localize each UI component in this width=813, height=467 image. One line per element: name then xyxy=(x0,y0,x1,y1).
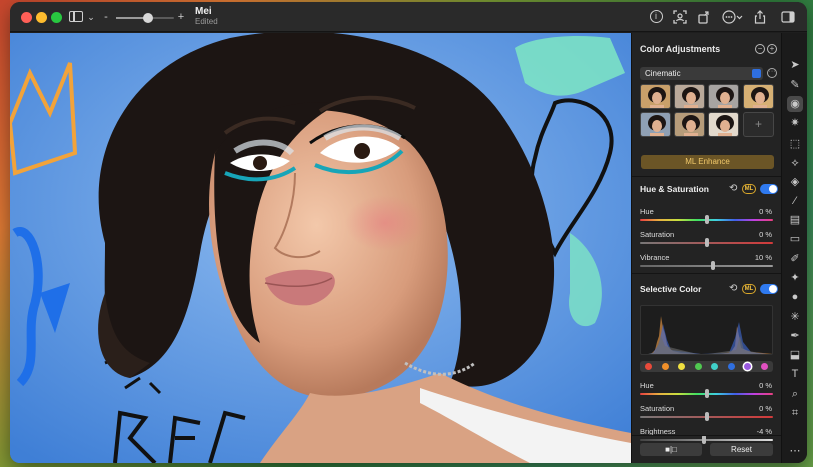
sc-brightness-slider[interactable] xyxy=(640,439,773,441)
color-swatch[interactable] xyxy=(694,363,702,370)
ml-badge[interactable]: ML xyxy=(742,184,756,194)
preset-thumbnail[interactable] xyxy=(708,112,739,137)
hue-saturation-toggle[interactable] xyxy=(760,184,778,194)
sc-hue-value[interactable]: 0 % xyxy=(759,381,772,390)
color-swatch[interactable] xyxy=(711,363,718,370)
hs-vibrance-label: Vibrance xyxy=(640,253,670,262)
zoom-window-button[interactable] xyxy=(51,12,62,23)
preset-thumbnail[interactable] xyxy=(708,84,739,109)
zoom-icon[interactable]: ⌕ xyxy=(787,386,803,402)
sc-saturation-label: Saturation xyxy=(640,404,675,413)
document-title: Mei xyxy=(195,6,212,17)
retouch-icon[interactable]: ✐ xyxy=(787,251,803,267)
rotate-icon[interactable] xyxy=(696,9,712,25)
color-adjust-icon[interactable]: ◉ xyxy=(787,96,803,112)
preset-thumbnail[interactable] xyxy=(640,84,671,109)
reset-icon[interactable]: ⟲ xyxy=(729,284,739,294)
hs-vibrance-value[interactable]: 10 % xyxy=(755,253,772,262)
chevron-down-icon[interactable]: ⌄ xyxy=(86,9,96,25)
quick-select-icon[interactable]: ◈ xyxy=(787,174,803,190)
more-icon[interactable] xyxy=(722,9,744,25)
divider xyxy=(632,176,782,177)
hs-hue-value[interactable]: 0 % xyxy=(759,207,772,216)
selection-icon[interactable]: ⬚ xyxy=(787,136,803,152)
crop-icon[interactable]: ⌗ xyxy=(787,405,803,421)
sparkle-icon[interactable]: ✳ xyxy=(787,309,803,325)
ml-enhance-button[interactable]: ML Enhance xyxy=(641,155,774,169)
divider xyxy=(632,273,782,274)
blur-icon[interactable]: ● xyxy=(787,289,803,305)
hs-saturation-value[interactable]: 0 % xyxy=(759,230,772,239)
sc-hue-label: Hue xyxy=(640,381,654,390)
color-swatch[interactable] xyxy=(727,363,735,370)
hs-vibrance-slider[interactable] xyxy=(640,265,773,267)
smart-select-icon[interactable]: ⟡ xyxy=(787,155,803,171)
shapes-icon[interactable]: ⬓ xyxy=(787,347,803,363)
preset-more-icon[interactable]: ··· xyxy=(767,68,777,78)
fill-icon[interactable]: ▤ xyxy=(787,212,803,228)
photo-image xyxy=(10,33,631,463)
ml-badge[interactable]: ML xyxy=(742,284,756,294)
zoom-in-button[interactable]: + xyxy=(177,9,185,25)
info-icon[interactable]: i xyxy=(648,9,664,25)
selective-color-title: Selective Color xyxy=(640,284,702,294)
zoom-slider-knob[interactable] xyxy=(142,13,153,23)
light-icon[interactable]: ✷ xyxy=(787,115,803,131)
clone-icon[interactable]: ✦ xyxy=(787,270,803,286)
divider xyxy=(632,435,782,436)
close-window-button[interactable] xyxy=(21,12,32,23)
sc-saturation-value[interactable]: 0 % xyxy=(759,404,772,413)
preset-thumbnail[interactable] xyxy=(674,84,705,109)
app-window: ⌄ - + Mei Edited i Color Adjustments − +… xyxy=(10,2,807,463)
preset-thumbnail[interactable] xyxy=(640,112,671,137)
hs-hue-knob[interactable] xyxy=(704,215,709,224)
more-tools-icon[interactable]: ⋯ xyxy=(787,443,803,459)
reset-icon[interactable]: ⟲ xyxy=(729,184,739,194)
reset-button[interactable]: Reset xyxy=(710,443,773,456)
panel-title: Color Adjustments xyxy=(640,44,721,54)
pen-icon[interactable]: ✒ xyxy=(787,328,803,344)
histogram xyxy=(640,305,773,355)
share-icon[interactable] xyxy=(752,9,768,25)
sc-hue-knob[interactable] xyxy=(704,389,709,398)
title-bar: ⌄ - + Mei Edited i xyxy=(10,2,807,32)
add-preset-button[interactable]: + xyxy=(743,112,774,137)
zoom-out-button[interactable]: - xyxy=(102,9,110,25)
color-swatch[interactable] xyxy=(645,363,652,370)
face-scan-icon[interactable] xyxy=(672,9,688,25)
brush-icon[interactable]: ⁄ xyxy=(787,193,803,209)
style-transfer-icon[interactable]: ✎ xyxy=(787,77,803,93)
minimize-window-button[interactable] xyxy=(36,12,47,23)
text-icon[interactable]: T xyxy=(787,366,803,382)
compare-button[interactable]: ■|□ xyxy=(640,443,702,456)
hs-saturation-knob[interactable] xyxy=(704,238,709,247)
document-status: Edited xyxy=(195,17,218,26)
add-layer-icon[interactable]: + xyxy=(767,44,777,54)
tools-sidebar: ➤ ✎ ◉ ✷ ⬚ ⟡ ◈ ⁄ ▤ ▭ ✐ ✦ ● ✳ ✒ ⬓ T ⌕ ⌗ ⋯ xyxy=(781,33,807,463)
color-swatch[interactable] xyxy=(661,363,669,370)
hs-hue-label: Hue xyxy=(640,207,654,216)
color-swatch[interactable] xyxy=(760,363,768,370)
preset-select[interactable]: Cinematic xyxy=(640,67,763,80)
eraser-icon[interactable]: ▭ xyxy=(787,231,803,247)
pointer-icon[interactable]: ➤ xyxy=(787,57,803,73)
color-swatch[interactable] xyxy=(678,363,685,370)
selective-color-toggle[interactable] xyxy=(760,284,778,294)
sc-brightness-knob[interactable] xyxy=(701,435,706,444)
preset-thumbnail[interactable] xyxy=(743,84,774,109)
preset-select-value: Cinematic xyxy=(645,69,681,78)
color-swatch[interactable] xyxy=(744,363,751,370)
color-swatch-row xyxy=(640,361,773,372)
adjustments-panel: Color Adjustments − + Cinematic ··· + ML… xyxy=(631,33,782,463)
sidebar-icon[interactable] xyxy=(780,9,796,25)
sidebar-toggle-icon[interactable] xyxy=(68,9,84,25)
hue-saturation-title: Hue & Saturation xyxy=(640,184,709,194)
hs-saturation-label: Saturation xyxy=(640,230,675,239)
sc-saturation-knob[interactable] xyxy=(704,412,709,421)
photo-canvas[interactable] xyxy=(10,33,631,463)
select-arrows-icon xyxy=(752,69,761,78)
collapse-icon[interactable]: − xyxy=(755,44,765,54)
hs-vibrance-knob[interactable] xyxy=(711,261,716,270)
preset-thumbnail[interactable] xyxy=(674,112,705,137)
